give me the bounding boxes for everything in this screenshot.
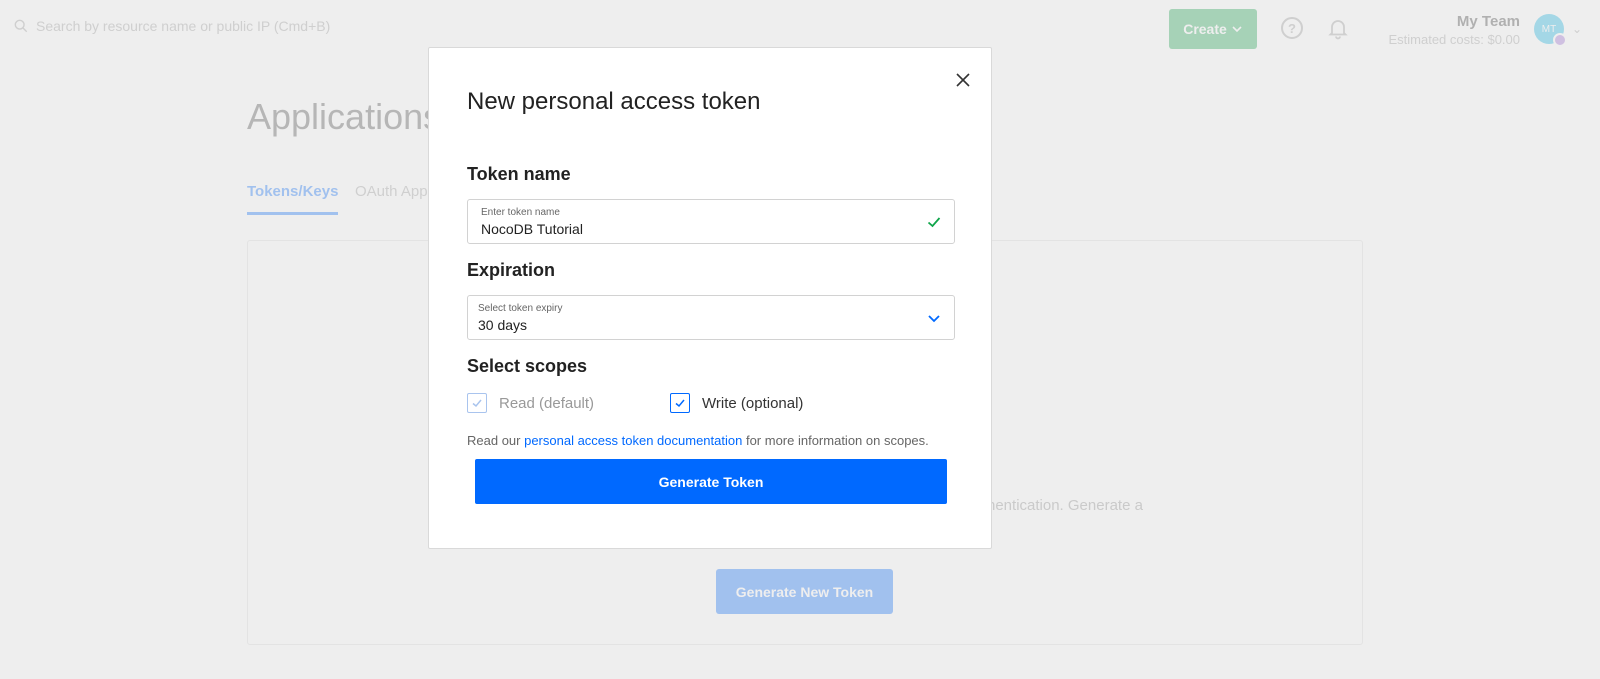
token-name-field-label: Enter token name <box>481 207 560 218</box>
token-name-input[interactable] <box>481 221 901 237</box>
write-scope-label[interactable]: Write (optional) <box>702 395 803 412</box>
close-button[interactable] <box>953 70 973 90</box>
modal-title: New personal access token <box>467 88 761 115</box>
close-icon <box>956 73 970 87</box>
expiration-field-label: Select token expiry <box>478 303 563 314</box>
token-name-heading: Token name <box>467 164 571 184</box>
chevron-down-icon <box>928 315 940 323</box>
check-icon <box>927 217 941 228</box>
read-scope-label: Read (default) <box>499 394 595 412</box>
expiration-value: 30 days <box>478 317 528 333</box>
read-scope: Read (default) <box>467 393 594 413</box>
check-icon <box>472 399 482 408</box>
expiration-select[interactable]: Select token expiry 30 days <box>467 295 955 340</box>
scopes-heading: Select scopes <box>467 356 588 376</box>
token-name-field[interactable]: Enter token name <box>467 199 955 244</box>
read-checkbox <box>467 393 487 413</box>
new-token-modal: New personal access token Token name Ent… <box>428 47 992 549</box>
generate-token-button[interactable]: Generate Token <box>475 459 947 504</box>
documentation-link[interactable]: personal access token documentation <box>524 433 742 448</box>
check-icon <box>675 399 685 408</box>
write-scope[interactable]: Write (optional) <box>670 393 803 413</box>
scopes-info: Read our personal access token documenta… <box>467 433 929 448</box>
write-checkbox[interactable] <box>670 393 690 413</box>
expiration-heading: Expiration <box>467 260 556 280</box>
